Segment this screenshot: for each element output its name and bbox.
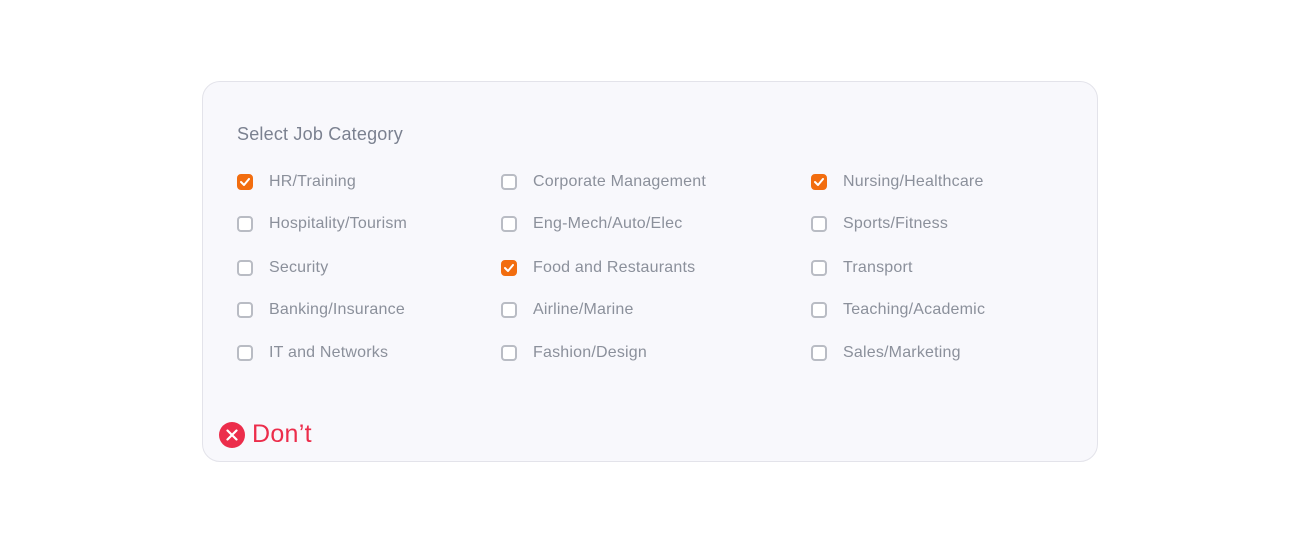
checkbox-sports-fitness[interactable]	[811, 216, 827, 232]
option-label: Banking/Insurance	[269, 301, 405, 318]
option-teaching-academic[interactable]: Teaching/Academic	[811, 299, 985, 321]
checkbox-hr-training[interactable]	[237, 174, 253, 190]
checkbox-nursing-healthcare[interactable]	[811, 174, 827, 190]
checkbox-airline-marine[interactable]	[501, 302, 517, 318]
option-label: Teaching/Academic	[843, 301, 986, 318]
checkbox-hospitality-tourism[interactable]	[237, 216, 253, 232]
checkbox-sales-marketing[interactable]	[811, 345, 827, 361]
option-transport[interactable]: Transport	[811, 257, 913, 279]
option-label: Transport	[843, 259, 913, 276]
option-label: HR/Training	[269, 173, 356, 190]
option-label: Hospitality/Tourism	[269, 215, 408, 232]
option-banking-insurance[interactable]: Banking/Insurance	[237, 299, 405, 321]
checkbox-banking-insurance[interactable]	[237, 302, 253, 318]
option-security[interactable]: Security	[237, 257, 328, 279]
option-label: IT and Networks	[269, 344, 389, 361]
checkbox-teaching-academic[interactable]	[811, 302, 827, 318]
option-food-and-restaurants[interactable]: Food and Restaurants	[501, 257, 695, 279]
option-label: Eng-Mech/Auto/Elec	[533, 215, 683, 232]
option-hr-training[interactable]: HR/Training	[237, 171, 356, 193]
option-nursing-healthcare[interactable]: Nursing/Healthcare	[811, 171, 984, 193]
job-category-card: Select Job Category HR/Training Corporat…	[202, 81, 1098, 462]
checkbox-food-and-restaurants[interactable]	[501, 260, 517, 276]
option-label: Sales/Marketing	[843, 344, 961, 361]
option-airline-marine[interactable]: Airline/Marine	[501, 299, 634, 321]
option-label: Food and Restaurants	[533, 259, 696, 276]
dont-label: Don’t	[252, 420, 312, 448]
option-it-and-networks[interactable]: IT and Networks	[237, 342, 388, 364]
option-label: Airline/Marine	[533, 301, 634, 318]
option-fashion-design[interactable]: Fashion/Design	[501, 342, 647, 364]
checkbox-transport[interactable]	[811, 260, 827, 276]
option-hospitality-tourism[interactable]: Hospitality/Tourism	[237, 213, 407, 235]
form-title: Select Job Category	[237, 124, 403, 144]
close-circle-icon	[219, 421, 245, 448]
checkmark-icon	[504, 264, 514, 272]
option-eng-mech-auto-elec[interactable]: Eng-Mech/Auto/Elec	[501, 213, 682, 235]
checkbox-it-and-networks[interactable]	[237, 345, 253, 361]
checkbox-corporate-management[interactable]	[501, 174, 517, 190]
checkbox-security[interactable]	[237, 260, 253, 276]
option-label: Corporate Management	[533, 173, 706, 190]
checkbox-fashion-design[interactable]	[501, 345, 517, 361]
checkbox-eng-mech-auto-elec[interactable]	[501, 216, 517, 232]
option-sports-fitness[interactable]: Sports/Fitness	[811, 213, 948, 235]
option-corporate-management[interactable]: Corporate Management	[501, 171, 706, 193]
option-sales-marketing[interactable]: Sales/Marketing	[811, 342, 961, 364]
option-label: Fashion/Design	[533, 344, 647, 361]
option-label: Nursing/Healthcare	[843, 173, 984, 190]
option-label: Sports/Fitness	[843, 215, 949, 232]
checkmark-icon	[240, 178, 250, 186]
option-label: Security	[269, 259, 329, 276]
dont-annotation: Don’t	[219, 420, 312, 449]
checkmark-icon	[814, 178, 824, 186]
